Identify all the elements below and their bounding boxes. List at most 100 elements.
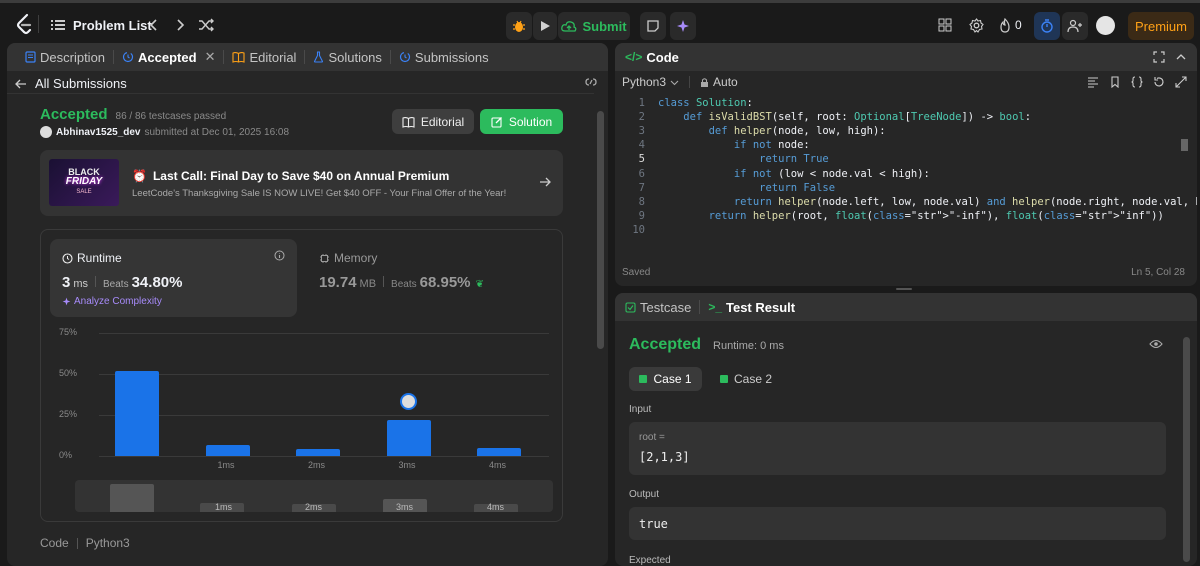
- timer-button[interactable]: [1034, 12, 1060, 40]
- terminal-icon: >_: [708, 300, 722, 314]
- stats-container: Runtime 3 ms Beats 34.80% Analyze Comple…: [40, 229, 563, 522]
- gridline: [99, 415, 549, 416]
- line-number: 8: [638, 195, 645, 208]
- promo-banner[interactable]: BLACK FRIDAY SALE ⏰ Last Call: Final Day…: [40, 150, 563, 216]
- run-button[interactable]: [533, 12, 557, 40]
- grid-icon: [938, 18, 952, 32]
- tab-testcase[interactable]: Testcase: [625, 293, 699, 321]
- tab-editorial[interactable]: Editorial: [224, 43, 304, 71]
- chevron-up-icon[interactable]: [1175, 51, 1187, 63]
- tab-accepted[interactable]: Accepted ✕: [114, 43, 223, 71]
- scrollbar[interactable]: [597, 107, 604, 557]
- scrollbar[interactable]: [1183, 323, 1190, 566]
- language-select[interactable]: Python3: [622, 75, 679, 89]
- maximize-icon[interactable]: [1153, 51, 1165, 63]
- leetcode-logo-icon[interactable]: [14, 13, 34, 35]
- auto-mode-toggle[interactable]: Auto: [700, 75, 738, 89]
- chevron-right-icon: [177, 19, 185, 31]
- clock-icon: [62, 252, 73, 264]
- tab-submissions[interactable]: Submissions: [391, 43, 497, 71]
- submit-button[interactable]: Submit: [558, 12, 630, 40]
- your-submission-marker: [399, 392, 417, 410]
- code-section-header: Code Python3: [40, 536, 130, 550]
- problem-list-button[interactable]: Problem List: [50, 12, 152, 38]
- chart-bar[interactable]: [296, 449, 340, 456]
- result-runtime: Runtime: 0 ms: [713, 340, 784, 352]
- notes-button[interactable]: [640, 12, 666, 40]
- random-problem-button[interactable]: [198, 12, 214, 38]
- chart-bar[interactable]: [386, 419, 431, 456]
- settings-button[interactable]: [969, 12, 984, 38]
- submission-status: Accepted 86 / 86 testcases passed: [40, 106, 226, 123]
- streak-counter[interactable]: 0: [999, 12, 1022, 38]
- solution-button[interactable]: Solution: [480, 109, 563, 134]
- next-problem-button[interactable]: [174, 12, 186, 38]
- sparkle-icon: [62, 297, 71, 306]
- memory-beats: 68.95%: [419, 274, 471, 291]
- format-icon[interactable]: [1087, 76, 1099, 88]
- expand-icon[interactable]: [1175, 76, 1187, 88]
- status-accepted: Accepted: [40, 106, 108, 123]
- chart-bar[interactable]: [115, 370, 159, 456]
- x-tick-label: 3ms: [398, 460, 416, 470]
- runtime-card[interactable]: Runtime 3 ms Beats 34.80% Analyze Comple…: [50, 239, 297, 317]
- code-editor-panel: </> Code Python3 Auto 1 class Solution: 2 …: [615, 43, 1197, 286]
- username[interactable]: Abhinav1525_dev: [56, 127, 141, 138]
- invite-button[interactable]: [1062, 12, 1088, 40]
- minimap-label: 2ms: [305, 502, 323, 512]
- editor-toolbar: Python3 Auto: [615, 71, 1197, 93]
- chart-bar[interactable]: [477, 447, 521, 456]
- link-icon[interactable]: [584, 76, 598, 88]
- x-tick-label: 4ms: [489, 460, 507, 470]
- memory-value: 19.74: [319, 274, 357, 291]
- checkbox-icon: [625, 301, 636, 313]
- tab-label: Code: [646, 49, 679, 65]
- cursor-position: Ln 5, Col 28: [1131, 267, 1185, 278]
- scrollbar-thumb[interactable]: [1181, 139, 1188, 151]
- chart-bar[interactable]: [205, 444, 250, 456]
- tab-description[interactable]: Description: [17, 43, 113, 71]
- avatar: [40, 126, 52, 138]
- layout-button[interactable]: [938, 12, 952, 38]
- editorial-label: Editorial: [420, 114, 465, 129]
- scrollbar-thumb[interactable]: [597, 111, 604, 349]
- input-label: Input: [629, 404, 652, 415]
- line-number: 1: [638, 97, 645, 109]
- output-label: Output: [629, 489, 660, 500]
- promo-subtitle: LeetCode's Thanksgiving Sale IS NOW LIVE…: [132, 188, 507, 199]
- case-1-tab[interactable]: Case 1: [629, 367, 702, 391]
- code-line: class Solution:: [658, 97, 753, 109]
- chart-range-slider[interactable]: 1ms 2ms 3ms 4ms: [75, 480, 553, 512]
- bookmark-icon[interactable]: [1109, 76, 1121, 88]
- tab-test-result[interactable]: >_ Test Result: [700, 293, 803, 321]
- tab-code[interactable]: </> Code: [625, 43, 687, 71]
- tab-label: Testcase: [640, 299, 692, 315]
- back-to-submissions[interactable]: All Submissions: [15, 76, 127, 91]
- editorial-button[interactable]: Editorial: [392, 109, 474, 134]
- resize-handle[interactable]: [896, 288, 912, 290]
- case-2-tab[interactable]: Case 2: [715, 367, 777, 391]
- braces-icon[interactable]: [1131, 76, 1143, 88]
- avatar[interactable]: [1096, 12, 1115, 38]
- debug-button[interactable]: [506, 12, 532, 40]
- chevron-down-icon: [670, 80, 679, 85]
- scrollbar-thumb[interactable]: [1183, 337, 1190, 562]
- premium-label: Premium: [1134, 18, 1187, 34]
- analyze-complexity-link[interactable]: Analyze Complexity: [62, 296, 162, 307]
- code-area[interactable]: 1 class Solution: 2 def isValidBST(self, r…: [615, 97, 1197, 247]
- play-icon: [541, 21, 550, 31]
- prev-problem-button[interactable]: [148, 12, 160, 38]
- tab-solutions[interactable]: Solutions: [305, 43, 389, 71]
- eye-icon[interactable]: [1149, 339, 1163, 349]
- expected-label: Expected: [629, 555, 671, 566]
- line-number: 7: [638, 181, 645, 194]
- premium-button[interactable]: Premium: [1128, 12, 1194, 40]
- add-user-icon: [1067, 19, 1082, 33]
- ai-assistant-button[interactable]: [670, 12, 696, 40]
- info-icon[interactable]: [274, 250, 285, 261]
- code-line: if not (low < node.val < high):: [733, 167, 930, 180]
- reset-icon[interactable]: [1153, 76, 1165, 88]
- close-tab-icon[interactable]: ✕: [205, 49, 216, 65]
- memory-header[interactable]: Memory: [319, 251, 377, 265]
- runtime-unit: ms: [73, 278, 89, 290]
